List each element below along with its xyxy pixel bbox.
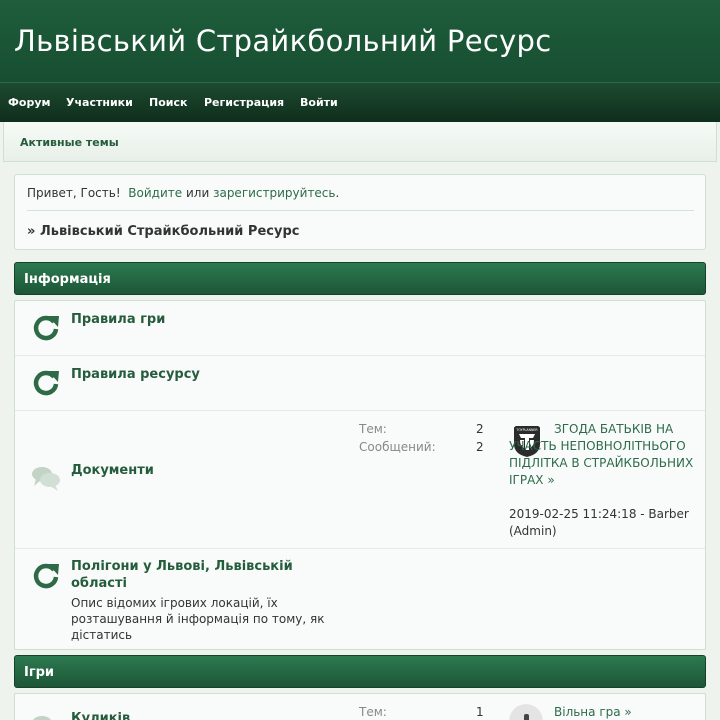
board-link-documents[interactable]: Документи (71, 462, 154, 479)
board-list-games: Куликів Тем: 1 Вільна гра » (14, 693, 706, 720)
welcome-line: Привет, Гость! Войдите или зарегистрируй… (27, 186, 339, 200)
sub-nav: Активные темы (3, 122, 717, 162)
category-bar-information[interactable]: Інформація (14, 262, 706, 295)
breadcrumb: » Львівський Страйкбольний Ресурс (27, 224, 299, 239)
board-row: Документи Тем: 2 Сообщений: 2 TOYPLANNER… (15, 411, 705, 549)
nav-members[interactable]: Участники (66, 96, 133, 109)
greeting-text: Привет, Гость! (27, 186, 121, 200)
posts-count: 2 (476, 440, 484, 454)
welcome-period: . (335, 186, 340, 200)
redirect-arrow-icon (33, 370, 59, 396)
board-list-information: Правила гри Правила ресурсу Документи Те… (14, 300, 706, 650)
board-row: Правила гри (15, 301, 705, 356)
board-row: Куликів Тем: 1 Вільна гра » (15, 694, 705, 720)
last-post-meta: 2019-02-25 11:24:18 - Barber (Admin) (509, 507, 689, 538)
redirect-arrow-icon (33, 563, 59, 589)
site-header: Львівський Страйкбольний Ресурс (0, 0, 720, 82)
board-link-kulykiv[interactable]: Куликів (71, 710, 130, 720)
main-nav: Форум Участники Поиск Регистрация Войти (0, 82, 720, 122)
breadcrumb-arrow: » (27, 224, 36, 239)
redirect-arrow-icon (33, 315, 59, 341)
speech-bubbles-icon (32, 467, 60, 491)
board-row: Правила ресурсу (15, 356, 705, 411)
posts-label: Сообщений: (359, 440, 436, 454)
last-post-link[interactable]: Вільна гра » (509, 704, 699, 720)
nav-forum[interactable]: Форум (8, 96, 51, 109)
topics-label: Тем: (359, 705, 387, 719)
board-description: Опис відомих ігрових локацій, їх розташу… (71, 596, 325, 642)
topics-count: 2 (476, 422, 484, 436)
topics-count: 1 (476, 705, 484, 719)
last-post-link[interactable]: ЗГОДА БАТЬКІВ НА УЧАСТЬ НЕПОВНОЛІТНЬОГО … (509, 421, 699, 489)
welcome-divider (27, 210, 694, 211)
board-link-resource-rules[interactable]: Правила ресурсу (71, 366, 200, 383)
board-link-polygons[interactable]: Полігони у Львові, Львівській області (71, 558, 321, 592)
nav-register[interactable]: Регистрация (204, 96, 284, 109)
board-row: Полігони у Львові, Львівській області Оп… (15, 549, 705, 649)
nav-search[interactable]: Поиск (149, 96, 187, 109)
topics-label: Тем: (359, 422, 387, 436)
login-link[interactable]: Войдите (128, 186, 182, 200)
site-title: Львівський Страйкбольний Ресурс (14, 24, 552, 58)
nav-login[interactable]: Войти (300, 96, 338, 109)
welcome-box: Привет, Гость! Войдите или зарегистрируй… (14, 174, 706, 250)
category-title: Інформація (24, 272, 111, 287)
active-topics-link[interactable]: Активные темы (20, 136, 119, 149)
register-link[interactable]: зарегистрируйтесь (213, 186, 335, 200)
category-bar-games[interactable]: Ігри (14, 655, 706, 688)
breadcrumb-home-link[interactable]: Львівський Страйкбольний Ресурс (40, 224, 300, 239)
board-link-game-rules[interactable]: Правила гри (71, 311, 165, 328)
or-text: или (185, 186, 210, 200)
category-title: Ігри (24, 665, 55, 680)
speech-bubbles-icon (32, 716, 52, 720)
